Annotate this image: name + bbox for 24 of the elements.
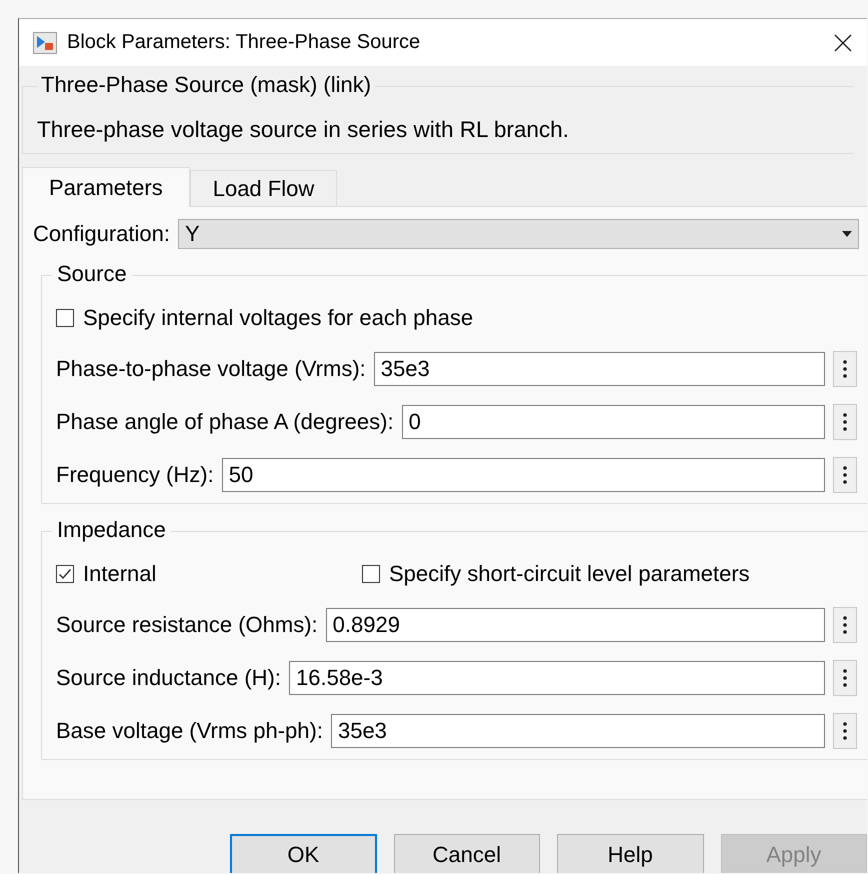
checkbox-label: Internal xyxy=(83,561,156,587)
dialog-button[interactable]: OK xyxy=(230,834,377,873)
field-label: Base voltage (Vrms ph-ph): xyxy=(56,718,323,744)
tab[interactable]: Parameters xyxy=(22,167,190,207)
input-field[interactable]: 0 xyxy=(402,404,825,438)
mask-description: Three-phase voltage source in series with RL branch. xyxy=(37,117,569,143)
field-label: Source inductance (H): xyxy=(56,664,281,690)
input-field[interactable]: 0.8929 xyxy=(326,608,825,642)
tab[interactable]: Load Flow xyxy=(190,170,338,206)
checkbox-label: Specify internal voltages for each phase xyxy=(83,305,474,331)
field-label: Phase-to-phase voltage (Vrms): xyxy=(56,356,366,382)
checkbox-label: Specify short-circuit level parameters xyxy=(389,561,750,587)
field-label: Phase angle of phase A (degrees): xyxy=(56,408,394,434)
input-field[interactable]: 35e3 xyxy=(374,352,825,386)
input-field[interactable]: 35e3 xyxy=(330,714,825,748)
dialog-button[interactable]: Cancel xyxy=(394,834,540,873)
window-title: Block Parameters: Three-Phase Source xyxy=(67,31,422,54)
configuration-dropdown[interactable]: Y xyxy=(178,219,859,249)
field-label: Configuration: xyxy=(33,221,170,247)
field-label: Frequency (Hz): xyxy=(56,462,214,488)
field-label: Source resistance (Ohms): xyxy=(56,612,318,638)
dialog-button[interactable]: Help xyxy=(557,834,704,873)
input-field[interactable]: 16.58e-3 xyxy=(289,660,825,694)
input-field[interactable]: 50 xyxy=(222,458,825,492)
